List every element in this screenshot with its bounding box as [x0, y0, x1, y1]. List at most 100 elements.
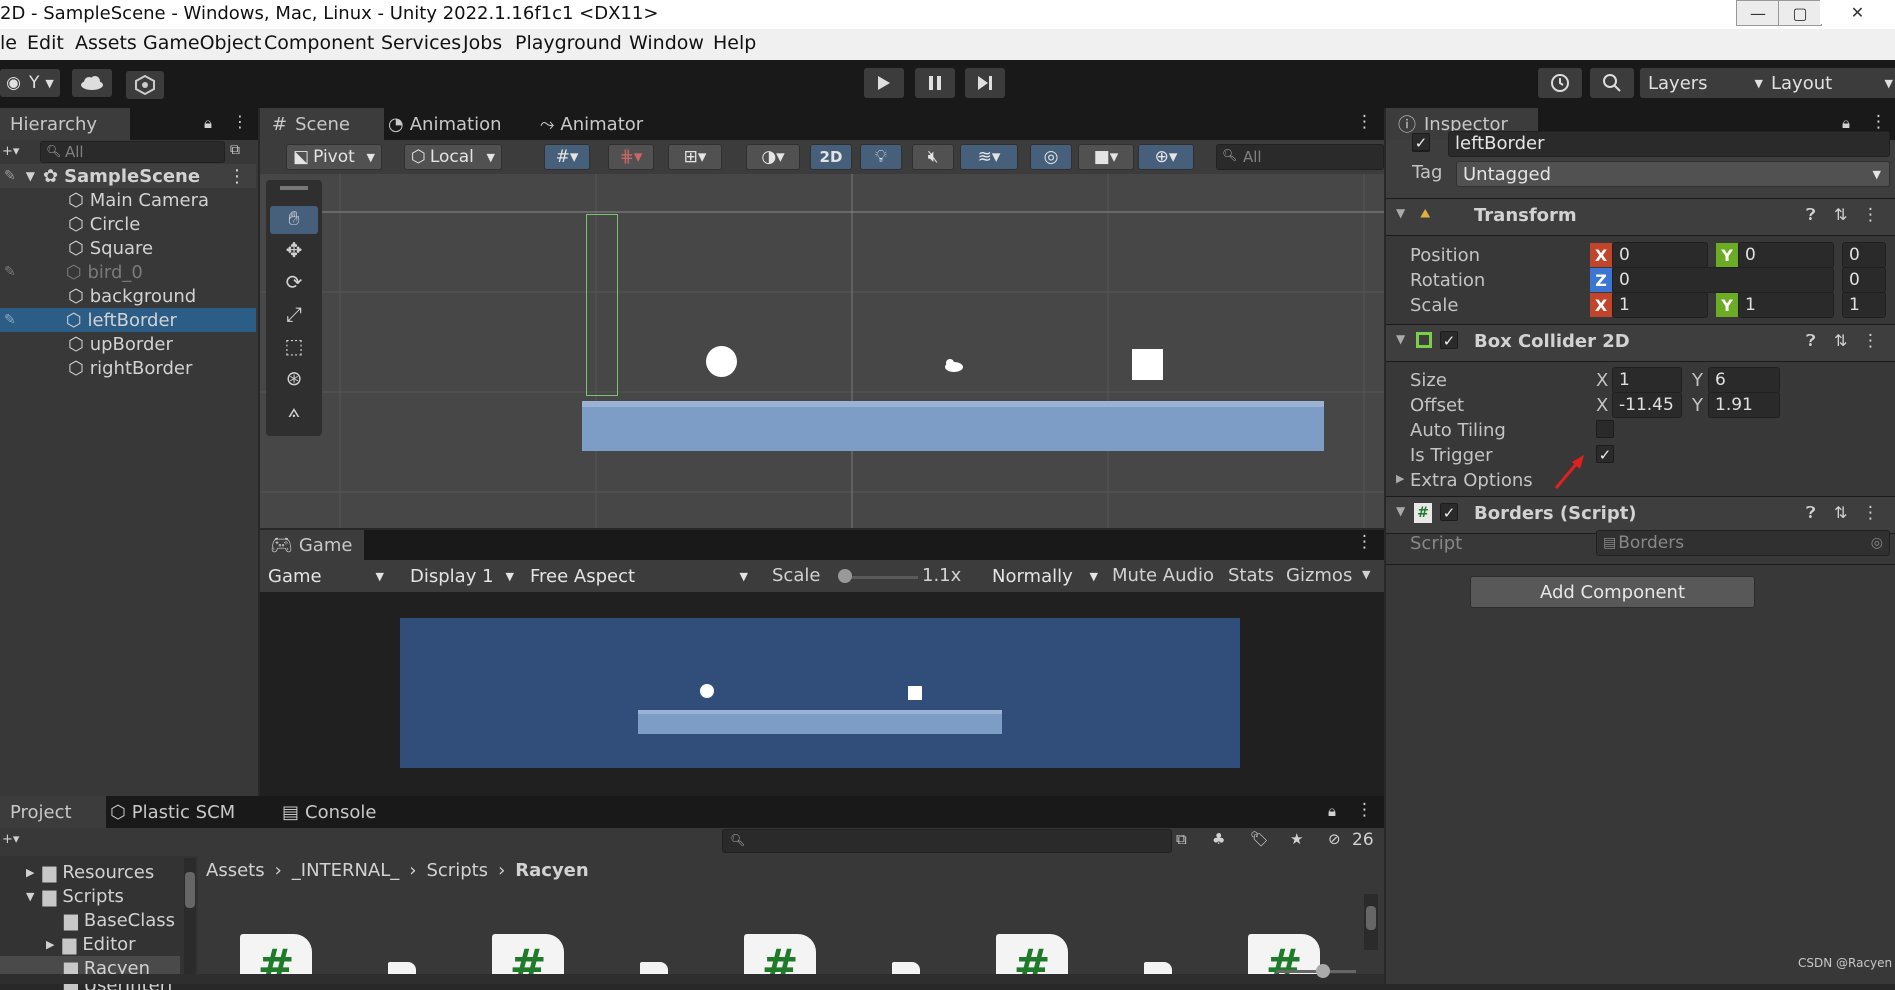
- tab-animator[interactable]: ⤳ Animator: [540, 108, 643, 140]
- scene-root[interactable]: ✎ ▼ ✿ SampleScene ⋮: [0, 164, 256, 188]
- gizmos-toggle[interactable]: ⊕▾: [1138, 144, 1194, 170]
- hierarchy-item[interactable]: ⬡ Circle: [0, 212, 256, 236]
- position-x-field[interactable]: X 0: [1590, 242, 1708, 268]
- menu-services[interactable]: Services: [381, 32, 461, 54]
- hidden-packages-icon[interactable]: ⊘: [1328, 830, 1341, 848]
- rotation-z-input[interactable]: 0: [1612, 267, 1834, 293]
- scale-y-field[interactable]: Y 1: [1716, 292, 1834, 318]
- scene-search-input[interactable]: All: [1216, 144, 1384, 170]
- rotation-z-field[interactable]: Z 0: [1590, 267, 1834, 293]
- folder-item[interactable]: ▼ ▆ Scripts: [0, 884, 180, 908]
- more-icon[interactable]: ⋮: [228, 166, 246, 187]
- folder-item[interactable]: ▶ ▆ Editor: [0, 932, 180, 956]
- pause-button[interactable]: [915, 68, 955, 98]
- rotate-tool-button[interactable]: ⟳: [270, 270, 318, 298]
- more-icon[interactable]: ⋮: [1862, 503, 1879, 523]
- presets-icon[interactable]: ⇅: [1834, 331, 1847, 350]
- tab-console[interactable]: ▤ Console: [282, 796, 376, 828]
- script-enabled-checkbox[interactable]: ✓: [1440, 503, 1458, 522]
- project-search-input[interactable]: [722, 829, 1172, 853]
- help-icon[interactable]: ❓︎: [1806, 205, 1816, 225]
- chevron-down-icon[interactable]: ▼: [1396, 332, 1405, 346]
- transform-tool-button[interactable]: ⊛: [270, 366, 318, 394]
- layers-dropdown[interactable]: Layers ▼: [1640, 68, 1771, 98]
- more-icon[interactable]: ⋮: [1356, 800, 1373, 820]
- tab-animation[interactable]: ◔ Animation: [388, 108, 502, 140]
- transform-header[interactable]: [1386, 198, 1895, 236]
- more-icon[interactable]: ⋮: [1356, 532, 1373, 552]
- add-dropdown-icon[interactable]: +▾: [2, 144, 19, 159]
- tab-project[interactable]: Project: [0, 796, 106, 828]
- breadcrumb-item[interactable]: Scripts: [426, 860, 488, 881]
- lock-icon[interactable]: 🔒︎: [1842, 114, 1850, 132]
- object-name-input[interactable]: leftBorder: [1448, 131, 1890, 157]
- chevron-right-icon[interactable]: ▶: [26, 866, 34, 879]
- left-border-collider-outline[interactable]: [586, 214, 618, 396]
- position-y-input[interactable]: 0: [1738, 242, 1834, 268]
- position-y-field[interactable]: Y 0: [1716, 242, 1834, 268]
- more-icon[interactable]: ⋮: [1862, 205, 1879, 225]
- menu-edit[interactable]: Edit: [27, 32, 64, 54]
- draw-mode-button[interactable]: ◑▾: [746, 144, 800, 170]
- presets-icon[interactable]: ⇅: [1834, 503, 1847, 522]
- more-icon[interactable]: ⋮: [1356, 112, 1373, 132]
- lock-icon[interactable]: 🔒︎: [1328, 802, 1336, 820]
- menu-help[interactable]: Help: [713, 32, 756, 54]
- grid-visibility-button[interactable]: ⊞▾: [668, 144, 722, 170]
- hierarchy-search-input[interactable]: All: [40, 141, 225, 163]
- account-dropdown[interactable]: ◉ Y ▼: [0, 69, 60, 97]
- menu-gameobject[interactable]: GameObject: [143, 32, 261, 54]
- hierarchy-item[interactable]: ⬡ rightBorder: [0, 356, 256, 380]
- hierarchy-item[interactable]: ⬡ upBorder: [0, 332, 256, 356]
- menu-assets[interactable]: Assets: [75, 32, 137, 54]
- hierarchy-item-disabled[interactable]: ✎ ⬡ bird_0: [0, 260, 256, 284]
- plastic-scm-button[interactable]: [126, 71, 164, 99]
- collider-enabled-checkbox[interactable]: ✓: [1440, 331, 1458, 350]
- chevron-down-icon[interactable]: ▼: [1396, 206, 1405, 220]
- menu-file[interactable]: le: [0, 32, 17, 54]
- folder-item[interactable]: ▶ ▆ Resources: [0, 860, 180, 884]
- asset-scrollbar[interactable]: [1364, 894, 1378, 950]
- camera-settings-button[interactable]: ■▾: [1078, 144, 1134, 170]
- effects-toggle[interactable]: ≋▾: [960, 144, 1018, 170]
- box-collider-header[interactable]: [1386, 324, 1895, 362]
- grid-snap-button[interactable]: #▾: [544, 144, 590, 170]
- breadcrumb-item[interactable]: _INTERNAL_: [292, 860, 399, 881]
- minimize-button[interactable]: —: [1736, 0, 1780, 26]
- gizmos-button[interactable]: Gizmos: [1286, 565, 1352, 586]
- hierarchy-item[interactable]: ⬡ Square: [0, 236, 256, 260]
- filter-type-icon[interactable]: ♣: [1212, 830, 1225, 848]
- visibility-icon[interactable]: ✎: [4, 168, 16, 184]
- size-y-input[interactable]: 6: [1708, 367, 1780, 393]
- offset-y-input[interactable]: 1.91: [1708, 392, 1780, 418]
- search-by-type-icon[interactable]: ⧉: [1176, 830, 1187, 848]
- is-trigger-checkbox[interactable]: ✓: [1596, 445, 1614, 464]
- scene-view[interactable]: [260, 174, 1384, 528]
- chevron-down-icon[interactable]: ▼: [1362, 568, 1370, 581]
- bird-sprite[interactable]: [942, 358, 966, 372]
- close-window-button[interactable]: ✕: [1820, 0, 1895, 24]
- stats-button[interactable]: Stats: [1228, 565, 1274, 586]
- help-icon[interactable]: ❓︎: [1806, 503, 1816, 523]
- menu-jobs[interactable]: Jobs: [463, 32, 502, 54]
- tag-dropdown[interactable]: Untagged ▼: [1456, 161, 1890, 187]
- cloud-button[interactable]: [72, 69, 112, 97]
- scrollbar-thumb[interactable]: [185, 872, 195, 908]
- breadcrumb-item-current[interactable]: Racyen: [515, 860, 588, 881]
- tab-scene[interactable]: # Scene: [260, 108, 384, 140]
- hierarchy-item[interactable]: ⬡ background: [0, 284, 256, 308]
- play-button[interactable]: [864, 68, 904, 98]
- script-object-field[interactable]: ▤ Borders ◎: [1596, 530, 1890, 556]
- tree-scrollbar[interactable]: [184, 858, 196, 982]
- scale-z-input[interactable]: 1: [1842, 292, 1886, 318]
- chevron-down-icon[interactable]: ▼: [26, 169, 35, 183]
- rotation-w-input[interactable]: 0: [1842, 267, 1886, 293]
- help-icon[interactable]: ❓︎: [1806, 331, 1816, 351]
- scale-x-input[interactable]: 1: [1612, 292, 1708, 318]
- maximize-button[interactable]: ▢: [1778, 0, 1822, 26]
- position-x-input[interactable]: 0: [1612, 242, 1708, 268]
- icon-size-slider-thumb[interactable]: [1316, 964, 1330, 978]
- local-dropdown[interactable]: ⬡ Local ▼: [404, 144, 502, 170]
- aspect-dropdown[interactable]: Free Aspect ▼: [524, 562, 756, 590]
- history-button[interactable]: [1538, 68, 1582, 98]
